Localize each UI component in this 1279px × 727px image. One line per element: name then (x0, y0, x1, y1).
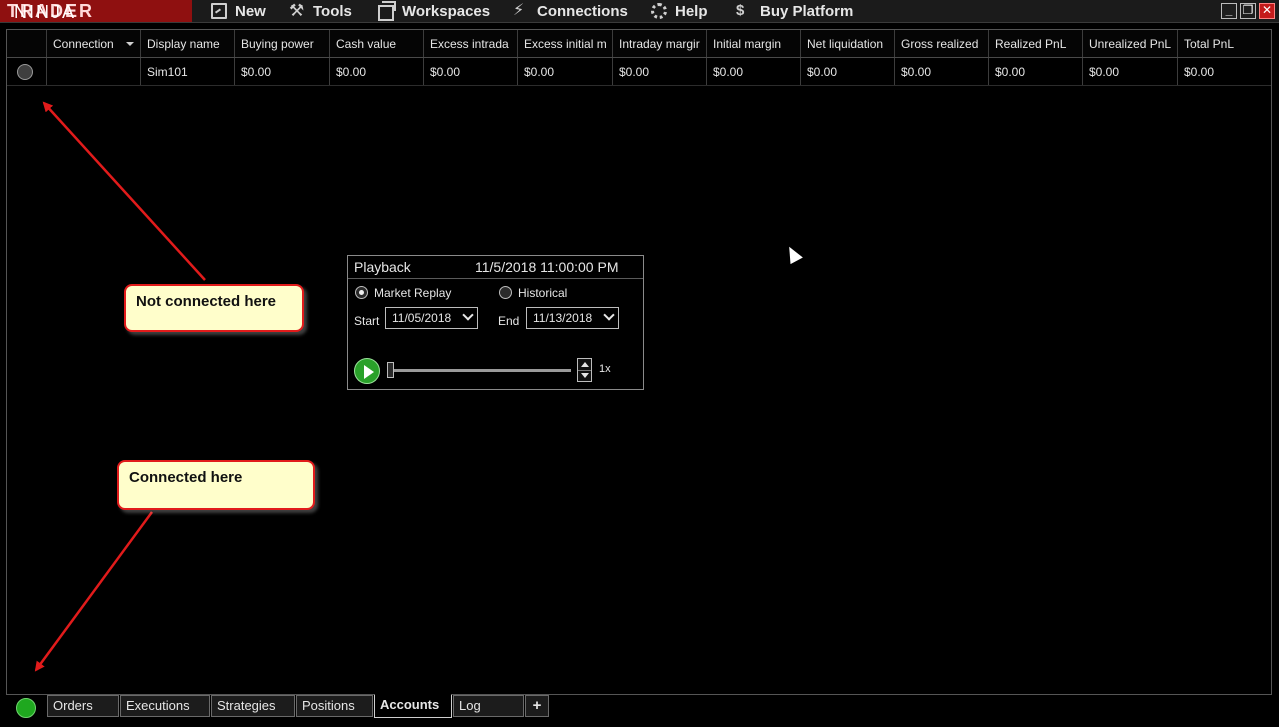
col-header-excess-initial[interactable]: Excess initial m (518, 30, 613, 57)
workspaces-icon (378, 0, 396, 21)
callout-connected: Connected here (117, 460, 315, 510)
menu-new[interactable]: New (211, 0, 266, 22)
col-header-status[interactable] (7, 30, 47, 57)
dollar-icon: $ (736, 2, 745, 19)
menu-connections-label: Connections (537, 2, 628, 20)
menu-workspaces-label: Workspaces (402, 2, 491, 20)
cell-cash-value: $0.00 (330, 58, 424, 85)
cell-gross-realized: $0.00 (895, 58, 989, 85)
tools-icon: ⚒ (289, 1, 305, 20)
end-date-select[interactable]: 11/13/2018 (526, 307, 619, 329)
status-cell (7, 58, 47, 85)
menu-help-label: Help (675, 2, 708, 20)
connection-status-icon[interactable] (16, 698, 36, 718)
menu-bar: NINJA TRADER New ⚒ Tools Workspaces ⚡ Con… (0, 0, 1279, 23)
tab-orders[interactable]: Orders (47, 695, 119, 717)
tab-positions[interactable]: Positions (296, 695, 373, 717)
cell-buying-power: $0.00 (235, 58, 330, 85)
playback-slider-handle[interactable] (387, 362, 394, 378)
callout-not-connected: Not connected here (124, 284, 304, 332)
cell-display-name: Sim101 (141, 58, 235, 85)
playback-window[interactable]: Playback 11/5/2018 11:00:00 PM Market Re… (347, 255, 644, 390)
col-header-total-pnl[interactable]: Total PnL (1178, 30, 1271, 57)
tab-log[interactable]: Log (453, 695, 524, 717)
playback-title: Playback (354, 259, 411, 275)
col-header-realized-pnl[interactable]: Realized PnL (989, 30, 1083, 57)
cell-intraday-margin: $0.00 (613, 58, 707, 85)
help-icon (651, 3, 667, 19)
bottom-tab-bar: Orders Executions Strategies Positions A… (6, 694, 1272, 719)
start-date-select[interactable]: 11/05/2018 (385, 307, 478, 329)
minimize-button[interactable]: _ (1221, 3, 1237, 19)
menu-workspaces[interactable]: Workspaces (378, 0, 490, 22)
chevron-down-icon (462, 309, 474, 321)
cell-realized-pnl: $0.00 (989, 58, 1083, 85)
col-header-initial-margin[interactable]: Initial margin (707, 30, 801, 57)
speed-stepper[interactable] (577, 358, 592, 382)
callout-connected-text: Connected here (129, 469, 243, 486)
col-header-connection[interactable]: Connection (47, 30, 141, 57)
col-header-cash-value[interactable]: Cash value (330, 30, 424, 57)
col-header-display-name[interactable]: Display name (141, 30, 235, 57)
start-date-value: 11/05/2018 (392, 311, 452, 325)
end-label: End (498, 314, 520, 328)
start-label: Start (354, 314, 380, 328)
plug-icon: ⚡ (513, 2, 525, 19)
speed-value: 1x (599, 363, 611, 375)
playback-slider-track[interactable] (390, 369, 571, 372)
historical-label[interactable]: Historical (518, 286, 567, 300)
cell-connection (47, 58, 141, 85)
sort-dropdown-icon[interactable] (126, 42, 134, 46)
close-button[interactable]: ✕ (1259, 3, 1275, 19)
cell-excess-initial: $0.00 (518, 58, 613, 85)
menu-new-label: New (235, 2, 266, 20)
menu-buy-platform[interactable]: $ Buy Platform (736, 0, 853, 22)
col-header-connection-label: Connection (53, 36, 114, 51)
col-header-excess-intraday[interactable]: Excess intrada (424, 30, 518, 57)
menu-tools[interactable]: ⚒ Tools (289, 0, 352, 22)
historical-radio[interactable] (499, 286, 512, 299)
tab-accounts[interactable]: Accounts (374, 694, 452, 718)
menu-buy-platform-label: Buy Platform (760, 2, 854, 20)
play-button[interactable] (354, 358, 380, 384)
playback-title-bar[interactable]: Playback 11/5/2018 11:00:00 PM (348, 256, 643, 279)
grid-header: Connection Display name Buying power Cas… (7, 30, 1271, 58)
restore-button[interactable]: ❐ (1240, 3, 1256, 19)
market-replay-label[interactable]: Market Replay (374, 286, 451, 300)
cell-initial-margin: $0.00 (707, 58, 801, 85)
market-replay-radio[interactable] (355, 286, 368, 299)
col-header-buying-power[interactable]: Buying power (235, 30, 330, 57)
menu-help[interactable]: Help (651, 0, 708, 22)
add-tab-button[interactable]: + (525, 695, 549, 717)
cell-unrealized-pnl: $0.00 (1083, 58, 1178, 85)
ninjatrader-logo[interactable]: NINJA TRADER (0, 0, 192, 22)
playback-datetime: 11/5/2018 11:00:00 PM (475, 259, 619, 275)
table-row[interactable]: Sim101 $0.00 $0.00 $0.00 $0.00 $0.00 $0.… (7, 58, 1271, 86)
cell-total-pnl: $0.00 (1184, 64, 1215, 79)
col-header-gross-realized[interactable]: Gross realized (895, 30, 989, 57)
speed-up-icon[interactable] (581, 362, 589, 367)
end-date-value: 11/13/2018 (533, 311, 593, 325)
new-window-icon (211, 3, 227, 19)
cell-excess-intraday: $0.00 (424, 58, 518, 85)
logo-text-left: NINJA (14, 2, 77, 22)
tab-executions[interactable]: Executions (120, 695, 210, 717)
menu-tools-label: Tools (313, 2, 352, 20)
disconnected-status-icon (17, 63, 33, 80)
col-header-net-liquidation[interactable]: Net liquidation (801, 30, 895, 57)
cell-net-liquidation: $0.00 (801, 58, 895, 85)
col-header-intraday-margin[interactable]: Intraday margir (613, 30, 707, 57)
tab-strategies[interactable]: Strategies (211, 695, 295, 717)
col-header-unrealized-pnl[interactable]: Unrealized PnL (1083, 30, 1178, 57)
speed-down-icon[interactable] (581, 373, 589, 378)
menu-connections[interactable]: ⚡ Connections (513, 0, 628, 22)
callout-not-connected-text: Not connected here (136, 293, 277, 310)
chevron-down-icon (603, 309, 615, 321)
stepper-divider (578, 370, 591, 371)
